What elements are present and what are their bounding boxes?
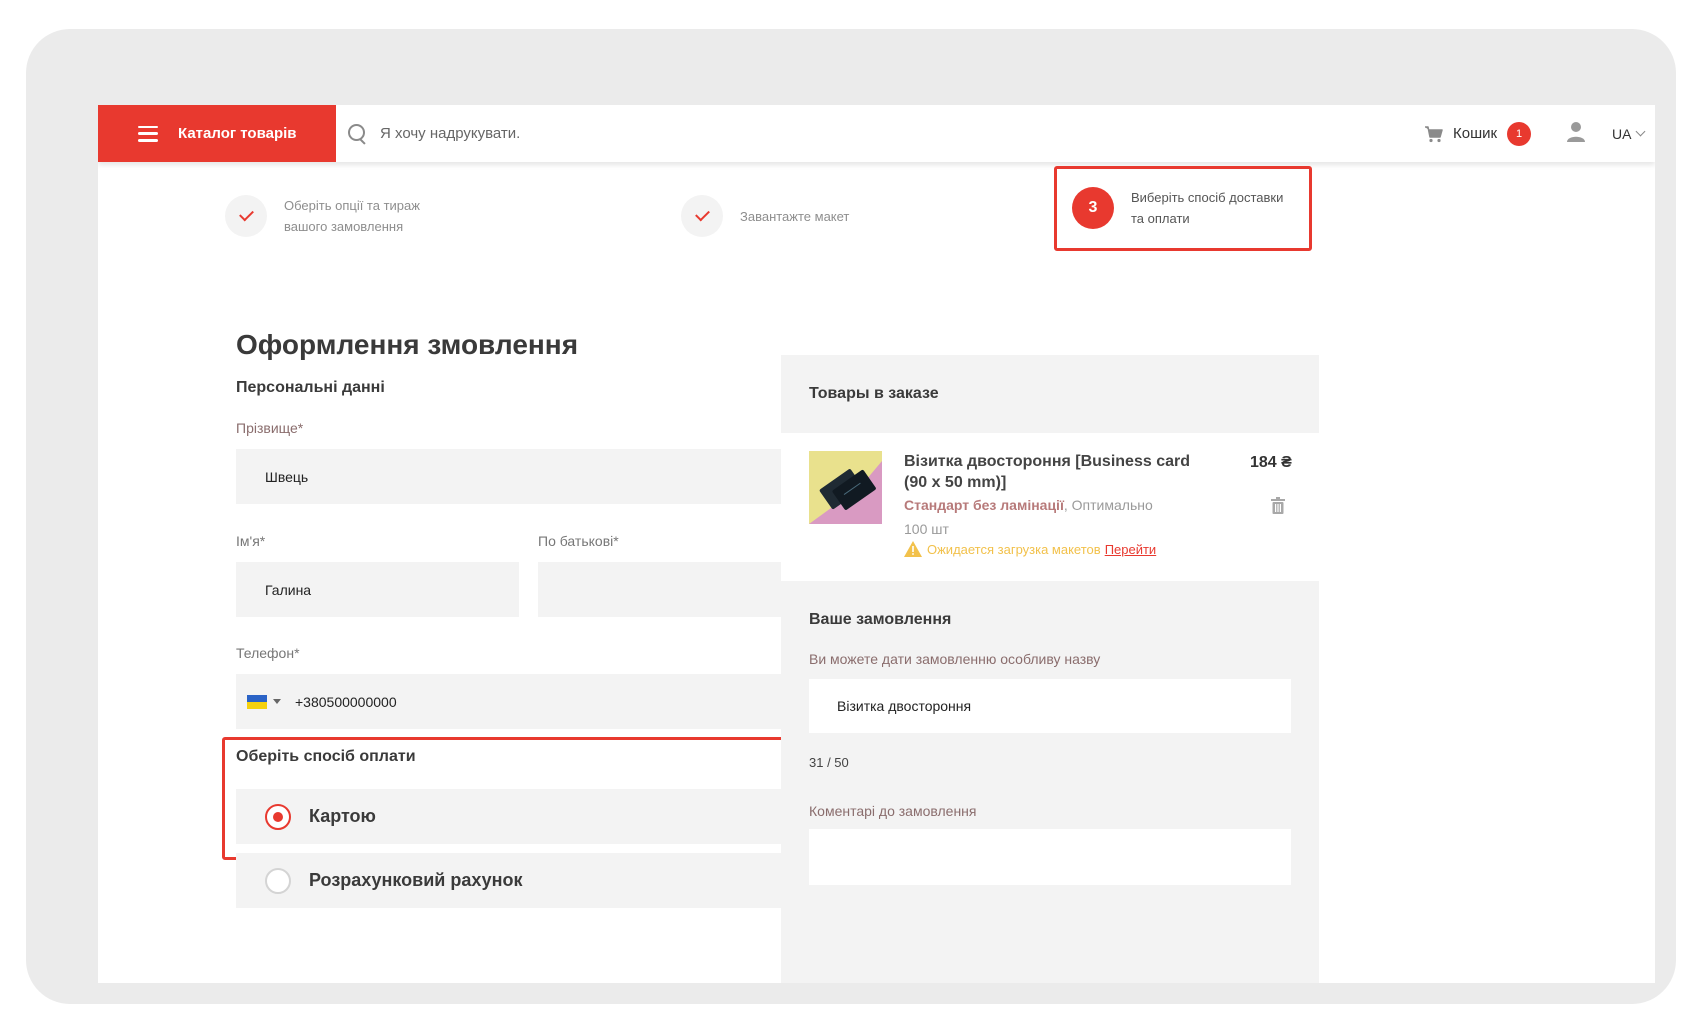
product-name[interactable]: Візитка двостороння [Business card (90 x…	[904, 451, 1204, 493]
menu-icon	[138, 125, 158, 142]
comment-field[interactable]	[809, 829, 1291, 885]
step-label: Завантажте макет	[740, 208, 850, 224]
cart-icon	[1425, 125, 1443, 142]
order-summary: Ваше замовлення Ви можете дати замовленн…	[781, 581, 1319, 983]
step-number: 3	[1072, 187, 1114, 229]
step-label: Виберіть спосіб доставки	[1131, 190, 1284, 205]
radio-selected[interactable]	[265, 803, 291, 830]
phone-field[interactable]: +380500000000	[236, 674, 821, 729]
search-input[interactable]	[380, 125, 880, 142]
warning-text: Ожидается загрузка макетов	[927, 541, 1101, 557]
step-upload: Завантажте макет	[681, 195, 849, 237]
cart-label: Кошик	[1453, 125, 1498, 142]
product-options: Стандарт без ламінації, Оптимально	[904, 497, 1153, 513]
browser-screen: Каталог товарів Кошик 1 UA	[98, 105, 1655, 983]
warning-icon	[904, 541, 922, 557]
payment-option-label: Картою	[309, 806, 376, 826]
order-item: Візитка двостороння [Business card (90 x…	[781, 433, 1319, 581]
cart-button[interactable]: Кошик 1	[1424, 105, 1532, 162]
catalog-button[interactable]: Каталог товарів	[98, 105, 336, 162]
surname-label: Прізвище*	[236, 420, 304, 436]
language-selector[interactable]: UA	[1612, 105, 1646, 162]
ukraine-flag-icon[interactable]	[247, 694, 267, 709]
cart-count-badge: 1	[1507, 121, 1532, 146]
product-quantity: 100 шт	[904, 521, 949, 537]
patronymic-label: По батькові*	[538, 533, 619, 549]
step-label: та оплати	[1131, 211, 1190, 226]
name-label: Ім'я*	[236, 533, 266, 549]
product-price: 184 ₴	[1250, 454, 1292, 471]
step-options: Оберіть опції та тираж вашого замовлення	[225, 195, 420, 237]
check-icon	[238, 206, 254, 222]
order-name-hint: Ви можете дати замовленню особливу назву	[809, 651, 1101, 667]
payment-option-account[interactable]: Розрахунковий рахунок	[236, 853, 821, 908]
device-frame: Каталог товарів Кошик 1 UA	[26, 29, 1676, 1004]
order-items-header: Товары в заказе	[781, 355, 1319, 433]
product-option-rest: , Оптимально	[1063, 497, 1153, 513]
radio-unselected[interactable]	[265, 867, 291, 894]
check-icon	[694, 206, 710, 222]
payment-option-label: Розрахунковий рахунок	[309, 870, 523, 890]
personal-data-title: Персональні данні	[236, 379, 385, 396]
step-done-circle	[225, 195, 267, 237]
comment-label: Коментарі до замовлення	[809, 803, 977, 819]
trash-icon[interactable]	[1271, 497, 1285, 514]
phone-label: Телефон*	[236, 645, 300, 661]
name-field[interactable]: Галина	[236, 562, 519, 617]
order-items-title: Товары в заказе	[809, 385, 939, 402]
character-counter: 31 / 50	[809, 755, 849, 770]
search-bar	[336, 105, 1036, 162]
upload-warning: Ожидается загрузка макетов Перейти	[904, 541, 1156, 557]
product-option-main: Стандарт без ламінації	[904, 497, 1064, 513]
caret-down-icon[interactable]	[273, 699, 281, 704]
payment-option-card[interactable]: Картою	[236, 789, 821, 844]
language-label: UA	[1612, 125, 1632, 142]
product-thumbnail	[809, 451, 882, 524]
page-title: Оформлення змовлення	[236, 329, 579, 360]
patronymic-field[interactable]	[538, 562, 821, 617]
top-header: Каталог товарів Кошик 1 UA	[98, 105, 1655, 162]
surname-field[interactable]: Швець	[236, 449, 821, 504]
search-icon[interactable]	[348, 123, 368, 144]
order-title: Ваше замовлення	[809, 611, 952, 628]
phone-value: +380500000000	[295, 693, 397, 710]
user-icon[interactable]	[1566, 121, 1586, 143]
step-delivery-payment: 3 Виберіть спосіб доставки та оплати	[1072, 187, 1283, 229]
step-label: вашого замовлення	[284, 219, 404, 234]
chevron-down-icon	[1636, 126, 1646, 137]
catalog-label: Каталог товарів	[178, 125, 297, 142]
payment-title: Оберіть спосіб оплати	[236, 748, 416, 765]
step-done-circle	[681, 195, 723, 237]
order-name-field[interactable]: Візитка двостороння	[809, 679, 1291, 733]
upload-link[interactable]: Перейти	[1105, 542, 1157, 557]
step-label: Оберіть опції та тираж	[284, 198, 420, 213]
